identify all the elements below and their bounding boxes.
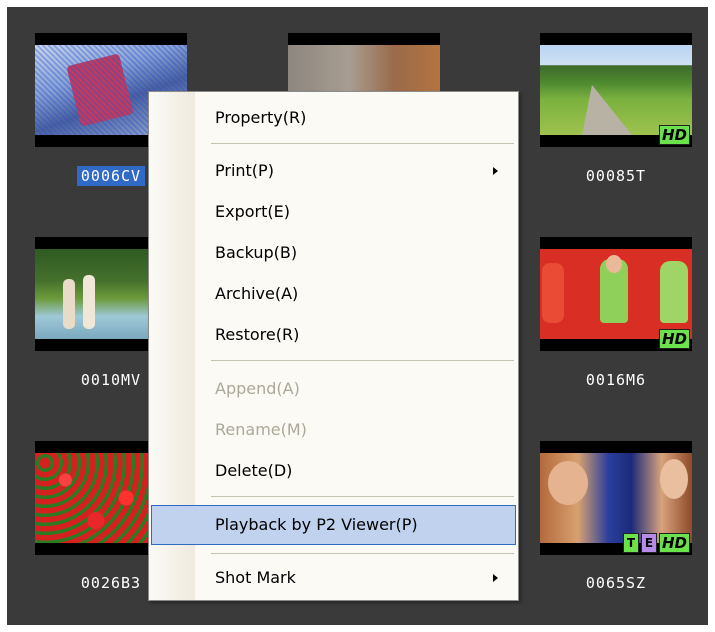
menu-separator: [211, 553, 514, 554]
menu-item-delete[interactable]: Delete(D): [151, 454, 516, 488]
context-menu: Property(R) Print(P) Export(E) Backup(B)…: [148, 91, 519, 601]
menu-item-restore[interactable]: Restore(R): [151, 318, 516, 352]
hd-badge: HD: [658, 533, 690, 553]
menu-item-archive[interactable]: Archive(A): [151, 277, 516, 311]
clip-image: [540, 249, 692, 339]
menu-separator: [211, 496, 514, 497]
clip-label[interactable]: 00085T: [540, 165, 692, 187]
text-memo-badge: T: [622, 533, 639, 553]
clip-image: [540, 453, 692, 543]
menu-item-playback-p2-viewer[interactable]: Playback by P2 Viewer(P): [151, 505, 516, 545]
menu-item-print[interactable]: Print(P): [151, 154, 516, 188]
clip-image: [540, 45, 692, 135]
clip-label[interactable]: 0016M6: [540, 369, 692, 391]
menu-item-property[interactable]: Property(R): [151, 101, 516, 135]
clip-thumbnail[interactable]: HD: [540, 33, 692, 147]
menu-item-append: Append(A): [215, 379, 300, 398]
hd-badge: HD: [658, 329, 690, 349]
clip-thumbnail[interactable]: T E HD: [540, 441, 692, 555]
clip-thumbnail[interactable]: HD: [540, 237, 692, 351]
hd-badge: HD: [658, 125, 690, 145]
menu-separator: [211, 360, 514, 361]
menu-separator: [211, 143, 514, 144]
menu-item-export[interactable]: Export(E): [151, 195, 516, 229]
submenu-arrow-icon: [493, 574, 498, 582]
menu-item-rename: Rename(M): [215, 420, 307, 439]
menu-item-shot-mark[interactable]: Shot Mark: [151, 561, 516, 595]
menu-item-backup[interactable]: Backup(B): [151, 236, 516, 270]
clip-label[interactable]: 0065SZ: [540, 572, 692, 594]
essence-mark-badge: E: [640, 533, 657, 553]
submenu-arrow-icon: [493, 167, 498, 175]
